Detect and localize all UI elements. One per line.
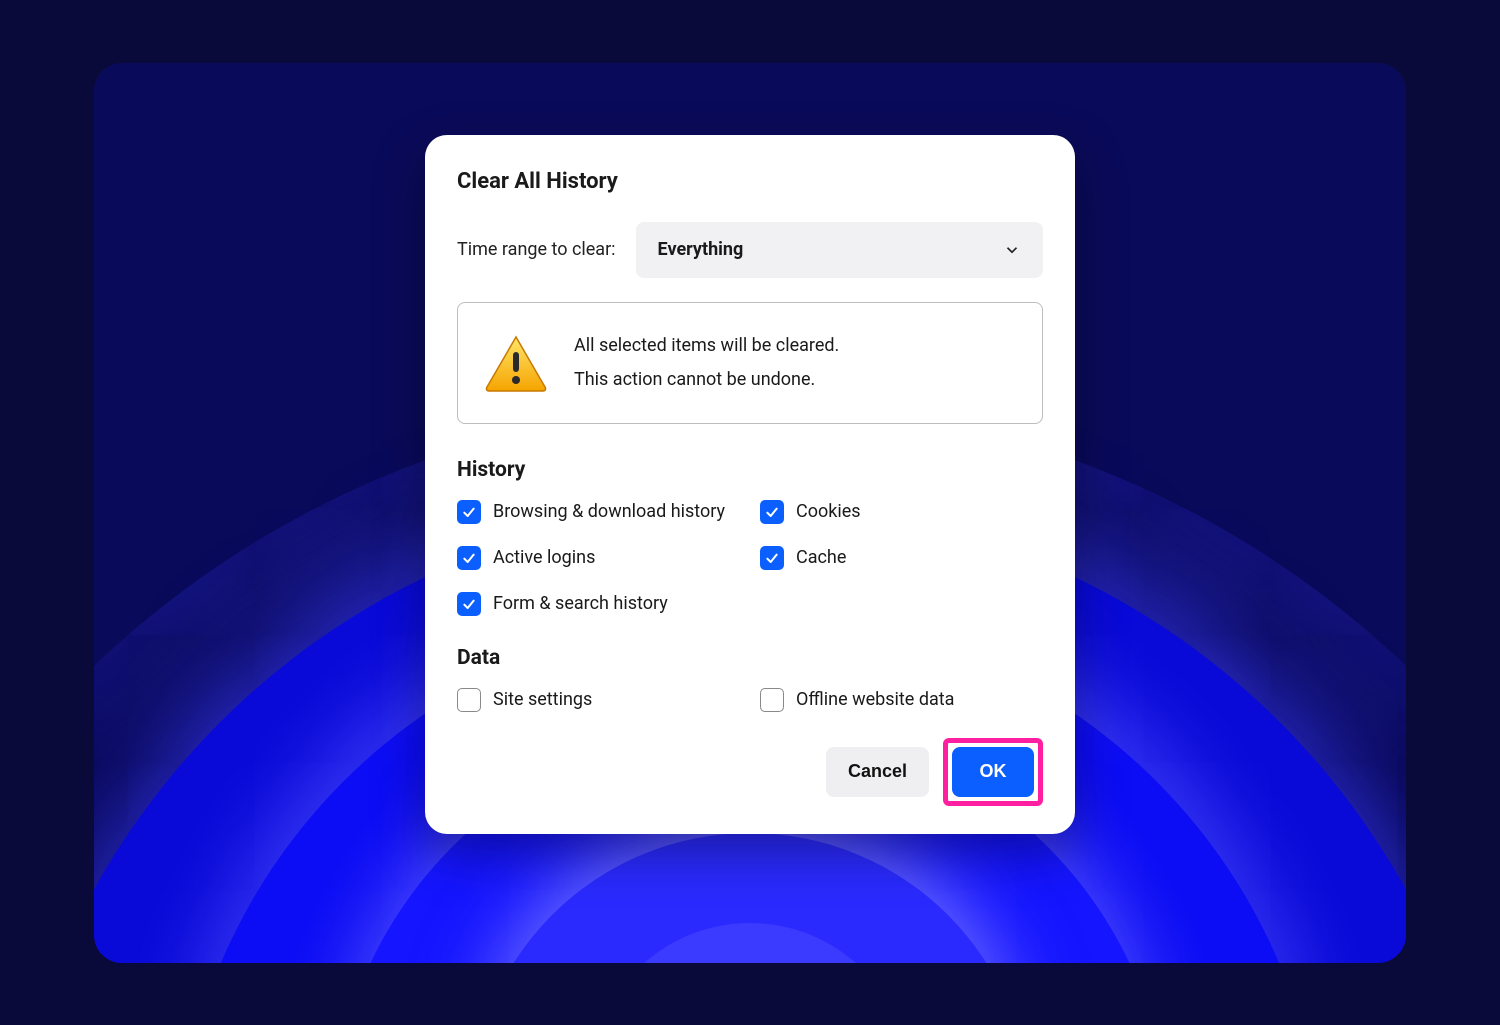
- checkbox-empty-icon: [457, 688, 481, 712]
- clear-history-dialog: Clear All History Time range to clear: E…: [425, 135, 1075, 834]
- warning-text: All selected items will be cleared. This…: [574, 329, 839, 397]
- checkbox-active-logins[interactable]: Active logins: [457, 546, 740, 570]
- checkbox-label: Cookies: [796, 501, 861, 522]
- dialog-actions: Cancel OK: [457, 738, 1043, 806]
- history-options-grid: Browsing & download history Cookies Acti…: [457, 500, 1043, 616]
- warning-box: All selected items will be cleared. This…: [457, 302, 1043, 424]
- dialog-title: Clear All History: [457, 169, 1043, 194]
- checkbox-label: Active logins: [493, 547, 595, 568]
- checkmark-icon: [760, 500, 784, 524]
- checkbox-offline-website-data[interactable]: Offline website data: [760, 688, 1043, 712]
- cancel-button[interactable]: Cancel: [826, 747, 929, 797]
- time-range-label: Time range to clear:: [457, 239, 616, 260]
- background-stage: Clear All History Time range to clear: E…: [94, 63, 1406, 963]
- warning-icon: [484, 334, 548, 392]
- checkbox-label: Site settings: [493, 689, 592, 710]
- warning-line-2: This action cannot be undone.: [574, 363, 839, 397]
- checkbox-browsing-download-history[interactable]: Browsing & download history: [457, 500, 740, 524]
- chevron-down-icon: [1003, 241, 1021, 259]
- time-range-value: Everything: [658, 239, 744, 260]
- section-heading-data: Data: [457, 646, 1043, 670]
- checkbox-cookies[interactable]: Cookies: [760, 500, 1043, 524]
- checkbox-label: Offline website data: [796, 689, 954, 710]
- checkbox-empty-icon: [760, 688, 784, 712]
- time-range-row: Time range to clear: Everything: [457, 222, 1043, 278]
- checkbox-label: Browsing & download history: [493, 501, 725, 522]
- time-range-select[interactable]: Everything: [636, 222, 1043, 278]
- data-options-grid: Site settings Offline website data: [457, 688, 1043, 712]
- checkbox-label: Form & search history: [493, 593, 668, 614]
- checkmark-icon: [457, 546, 481, 570]
- checkbox-form-search-history[interactable]: Form & search history: [457, 592, 740, 616]
- checkmark-icon: [760, 546, 784, 570]
- checkbox-site-settings[interactable]: Site settings: [457, 688, 740, 712]
- checkmark-icon: [457, 500, 481, 524]
- instruction-highlight: OK: [943, 738, 1043, 806]
- checkbox-cache[interactable]: Cache: [760, 546, 1043, 570]
- section-heading-history: History: [457, 458, 1043, 482]
- checkmark-icon: [457, 592, 481, 616]
- warning-line-1: All selected items will be cleared.: [574, 329, 839, 363]
- ok-button[interactable]: OK: [952, 747, 1034, 797]
- checkbox-label: Cache: [796, 547, 846, 568]
